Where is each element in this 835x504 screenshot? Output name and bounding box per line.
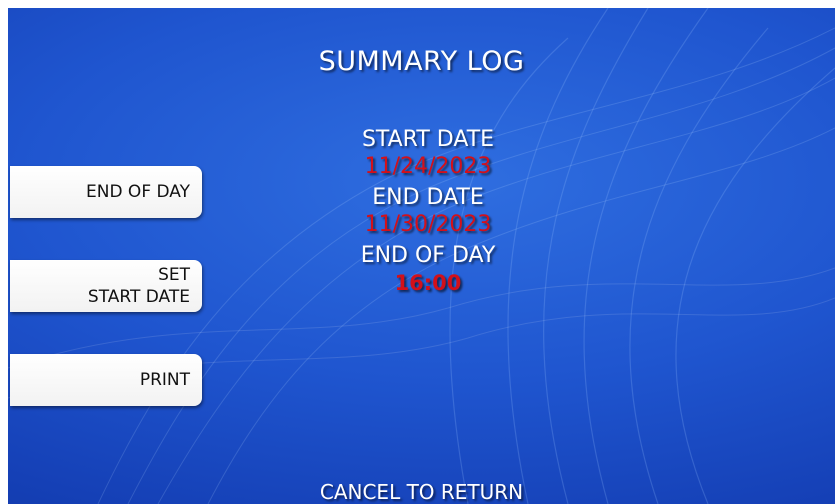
set-start-date-button[interactable]: SET START DATE xyxy=(10,260,202,312)
summary-info: START DATE 11/24/2023 END DATE 11/30/202… xyxy=(298,126,558,296)
end-of-day-label: END OF DAY xyxy=(360,243,496,268)
set-start-date-button-label-line1: SET xyxy=(158,265,190,285)
end-of-day-button-label: END OF DAY xyxy=(85,182,190,202)
cancel-prompt: CANCEL TO RETURN xyxy=(319,480,524,504)
end-date-label: END DATE xyxy=(372,185,484,210)
page-title: SUMMARY LOG xyxy=(318,46,525,77)
print-button-label: PRINT xyxy=(139,370,190,390)
start-date-value: 11/24/2023 xyxy=(364,154,492,179)
start-date-label: START DATE xyxy=(361,127,495,152)
print-button[interactable]: PRINT xyxy=(10,354,202,406)
set-start-date-button-label-line2: START DATE xyxy=(87,287,190,307)
atm-screen: SUMMARY LOG START DATE 11/24/2023 END DA… xyxy=(8,8,835,504)
end-date-value: 11/30/2023 xyxy=(364,212,492,237)
end-of-day-value: 16:00 xyxy=(394,271,462,295)
end-of-day-button[interactable]: END OF DAY xyxy=(10,166,202,218)
